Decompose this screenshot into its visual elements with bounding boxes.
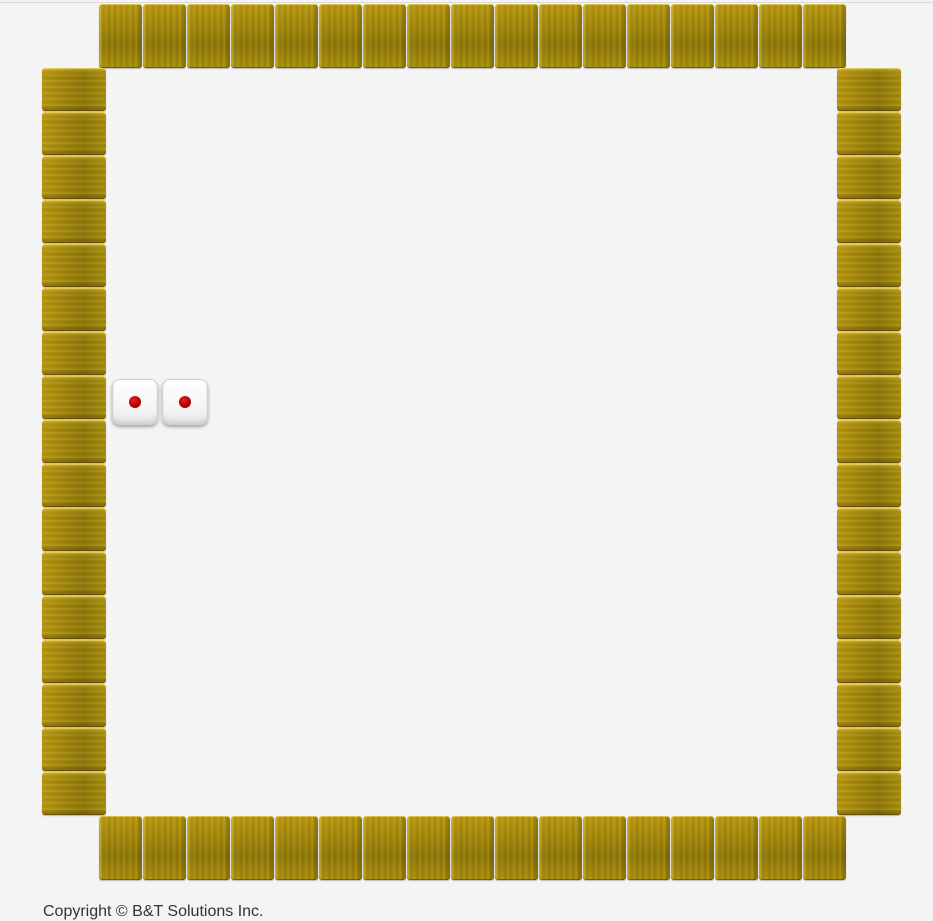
tile-top[interactable] bbox=[319, 4, 362, 68]
tile-right[interactable] bbox=[837, 244, 901, 287]
tile-left[interactable] bbox=[42, 156, 106, 199]
mahjong-board bbox=[0, 0, 933, 900]
die-pip bbox=[129, 396, 141, 408]
die-pip bbox=[179, 396, 191, 408]
tile-top[interactable] bbox=[143, 4, 186, 68]
tile-top[interactable] bbox=[759, 4, 802, 68]
tile-right[interactable] bbox=[837, 68, 901, 111]
tile-bottom[interactable] bbox=[99, 816, 142, 880]
tile-top[interactable] bbox=[671, 4, 714, 68]
tile-left[interactable] bbox=[42, 68, 106, 111]
tile-left[interactable] bbox=[42, 684, 106, 727]
tile-left[interactable] bbox=[42, 508, 106, 551]
tile-bottom[interactable] bbox=[583, 816, 626, 880]
tile-bottom[interactable] bbox=[671, 816, 714, 880]
tile-top[interactable] bbox=[231, 4, 274, 68]
tile-bottom[interactable] bbox=[363, 816, 406, 880]
tile-top[interactable] bbox=[99, 4, 142, 68]
tile-top[interactable] bbox=[539, 4, 582, 68]
tile-left[interactable] bbox=[42, 640, 106, 683]
tile-right[interactable] bbox=[837, 596, 901, 639]
tile-right[interactable] bbox=[837, 464, 901, 507]
copyright-text: Copyright © B&T Solutions Inc. bbox=[43, 903, 264, 920]
tile-top[interactable] bbox=[495, 4, 538, 68]
tile-bottom[interactable] bbox=[187, 816, 230, 880]
tile-left[interactable] bbox=[42, 728, 106, 771]
tile-bottom[interactable] bbox=[803, 816, 846, 880]
tile-right[interactable] bbox=[837, 156, 901, 199]
tile-top[interactable] bbox=[583, 4, 626, 68]
tile-right[interactable] bbox=[837, 112, 901, 155]
tile-bottom[interactable] bbox=[231, 816, 274, 880]
tile-left[interactable] bbox=[42, 552, 106, 595]
tile-right[interactable] bbox=[837, 508, 901, 551]
tile-top[interactable] bbox=[363, 4, 406, 68]
tile-bottom[interactable] bbox=[715, 816, 758, 880]
tile-top[interactable] bbox=[451, 4, 494, 68]
tile-left[interactable] bbox=[42, 112, 106, 155]
tile-left[interactable] bbox=[42, 376, 106, 419]
tile-right[interactable] bbox=[837, 200, 901, 243]
tile-top[interactable] bbox=[275, 4, 318, 68]
die-2[interactable] bbox=[162, 379, 208, 425]
tile-right[interactable] bbox=[837, 552, 901, 595]
tile-right[interactable] bbox=[837, 640, 901, 683]
tile-top[interactable] bbox=[715, 4, 758, 68]
tile-left[interactable] bbox=[42, 288, 106, 331]
tile-right[interactable] bbox=[837, 420, 901, 463]
tile-right[interactable] bbox=[837, 288, 901, 331]
tile-bottom[interactable] bbox=[275, 816, 318, 880]
tile-left[interactable] bbox=[42, 244, 106, 287]
tile-right[interactable] bbox=[837, 376, 901, 419]
tile-left[interactable] bbox=[42, 464, 106, 507]
tile-bottom[interactable] bbox=[495, 816, 538, 880]
tile-top[interactable] bbox=[187, 4, 230, 68]
tile-right[interactable] bbox=[837, 728, 901, 771]
tile-bottom[interactable] bbox=[759, 816, 802, 880]
tile-left[interactable] bbox=[42, 596, 106, 639]
tile-left[interactable] bbox=[42, 200, 106, 243]
tile-bottom[interactable] bbox=[319, 816, 362, 880]
tile-left[interactable] bbox=[42, 772, 106, 815]
tile-bottom[interactable] bbox=[627, 816, 670, 880]
die-1[interactable] bbox=[112, 379, 158, 425]
tile-bottom[interactable] bbox=[539, 816, 582, 880]
tile-left[interactable] bbox=[42, 420, 106, 463]
tile-right[interactable] bbox=[837, 772, 901, 815]
tile-left[interactable] bbox=[42, 332, 106, 375]
tile-right[interactable] bbox=[837, 684, 901, 727]
tile-right[interactable] bbox=[837, 332, 901, 375]
tile-top[interactable] bbox=[627, 4, 670, 68]
tile-bottom[interactable] bbox=[143, 816, 186, 880]
tile-top[interactable] bbox=[803, 4, 846, 68]
tile-top[interactable] bbox=[407, 4, 450, 68]
tile-bottom[interactable] bbox=[451, 816, 494, 880]
tile-bottom[interactable] bbox=[407, 816, 450, 880]
